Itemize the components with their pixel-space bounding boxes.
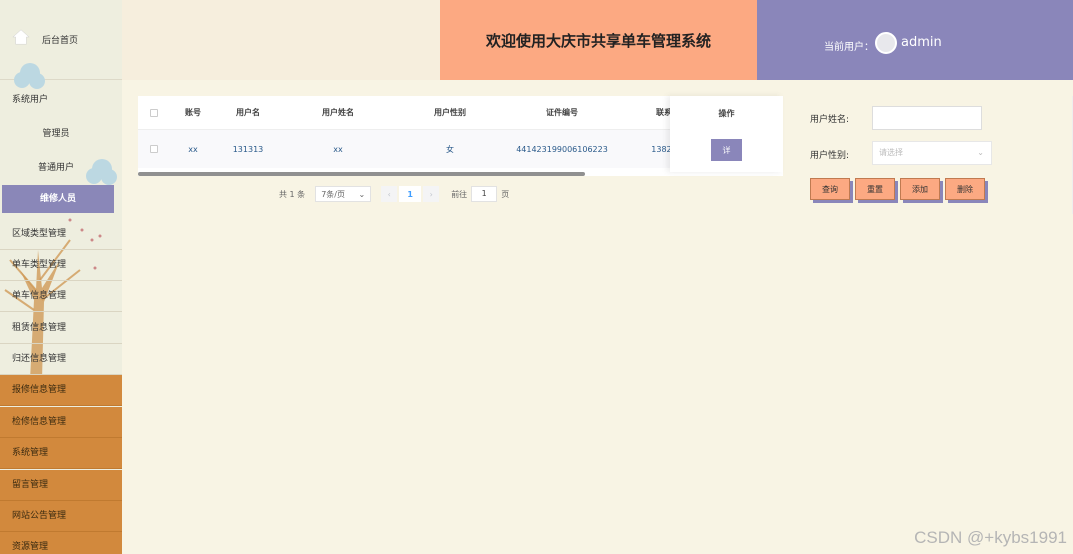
username: admin: [901, 35, 942, 50]
chevron-down-icon: ⌄: [977, 148, 984, 157]
gender-placeholder: 请选择: [879, 148, 903, 157]
sidebar-item-resources[interactable]: 资源管理: [0, 532, 122, 554]
sidebar-system-user[interactable]: 系统用户: [12, 92, 48, 105]
query-button[interactable]: 查询: [810, 178, 850, 200]
col-gender: 用户性别: [434, 108, 466, 117]
cell-username: 131313: [232, 144, 264, 154]
goto-input[interactable]: 1: [471, 186, 498, 202]
header-left: [122, 0, 440, 80]
col-id-number: 证件编号: [546, 108, 578, 117]
col-operation: 操作: [718, 108, 735, 118]
cell-account: xx: [188, 144, 198, 154]
col-username: 用户名: [236, 108, 260, 117]
chevron-left-icon: ‹: [387, 189, 391, 199]
sidebar-item-report-repair[interactable]: 报修信息管理: [0, 375, 122, 406]
row-checkbox[interactable]: [150, 145, 158, 153]
sidebar-item-return-info[interactable]: 归还信息管理: [0, 344, 122, 375]
next-page-button[interactable]: ›: [423, 186, 440, 202]
sidebar-item-system[interactable]: 系统管理: [0, 438, 122, 469]
sidebar-home-label: 后台首页: [42, 36, 79, 46]
cell-realname: xx: [333, 144, 343, 154]
name-label: 用户姓名:: [810, 115, 850, 125]
reset-button[interactable]: 重置: [855, 178, 895, 200]
select-all-checkbox[interactable]: [150, 108, 158, 117]
detail-button[interactable]: 详: [711, 139, 742, 161]
sidebar-item-bike-info[interactable]: 单车信息管理: [0, 281, 122, 312]
sidebar-item-admin[interactable]: 管理员: [0, 126, 112, 139]
sidebar-item-inspection[interactable]: 检修信息管理: [0, 407, 122, 438]
sidebar-item-normal-user[interactable]: 普通用户: [0, 160, 112, 173]
header-user: 当前用户： admin: [757, 0, 1073, 80]
operation-column: 操作 详: [670, 96, 783, 172]
cell-id-number: 441423199006106223: [516, 144, 608, 154]
col-account: 账号: [185, 108, 201, 117]
pagination: 共 1 条 7条/页 ⌄ ‹ 1 › 前往 1 页: [279, 186, 509, 202]
cloud-decoration-icon: [14, 63, 45, 89]
sidebar-item-messages[interactable]: 留言管理: [0, 470, 122, 501]
chevron-right-icon: ›: [429, 189, 433, 199]
page-suffix: 页: [501, 189, 510, 199]
delete-button[interactable]: 删除: [945, 178, 985, 200]
detail-button-label: 详: [722, 145, 731, 155]
page-size-select[interactable]: 7条/页 ⌄: [315, 186, 372, 202]
page-size-value: 7条/页: [321, 189, 345, 199]
add-button[interactable]: 添加: [900, 178, 940, 200]
avatar[interactable]: [875, 32, 897, 54]
current-user-label: 当前用户：: [824, 42, 874, 53]
gender-label: 用户性别:: [810, 151, 850, 161]
sidebar-item-repair-staff[interactable]: 维修人员: [2, 185, 114, 213]
goto-label: 前往: [451, 189, 468, 199]
sidebar-item-rental-info[interactable]: 租赁信息管理: [0, 313, 122, 344]
home-icon: [12, 29, 30, 45]
chevron-down-icon: ⌄: [358, 189, 366, 199]
prev-page-button[interactable]: ‹: [381, 186, 398, 202]
sidebar-item-announcements[interactable]: 网站公告管理: [0, 501, 122, 532]
col-realname: 用户姓名: [322, 108, 354, 117]
page-title: 欢迎使用大庆市共享单车管理系统: [440, 0, 757, 80]
cell-gender: 女: [446, 144, 454, 154]
sidebar-item-bike-type[interactable]: 单车类型管理: [0, 250, 122, 281]
horizontal-scrollbar[interactable]: [138, 172, 585, 176]
pager-total: 共 1 条: [279, 189, 306, 199]
watermark: CSDN @+kybs1991: [914, 528, 1067, 547]
gender-select[interactable]: 请选择 ⌄: [872, 141, 992, 165]
name-input[interactable]: [872, 106, 982, 130]
sidebar: 后台首页 系统用户 管理员 普通用户 维修人员 区域类型管理 单车类型管理 单车…: [0, 0, 122, 554]
page-number[interactable]: 1: [399, 186, 422, 202]
user-table: 账号 用户名 用户姓名 用户性别 证件编号 联系 xx 131313 xx 女 …: [138, 96, 783, 176]
search-panel: 用户姓名: 用户性别: 请选择 ⌄ 查询 重置 添加 删除: [800, 96, 1073, 214]
sidebar-item-area-type[interactable]: 区域类型管理: [0, 219, 122, 250]
